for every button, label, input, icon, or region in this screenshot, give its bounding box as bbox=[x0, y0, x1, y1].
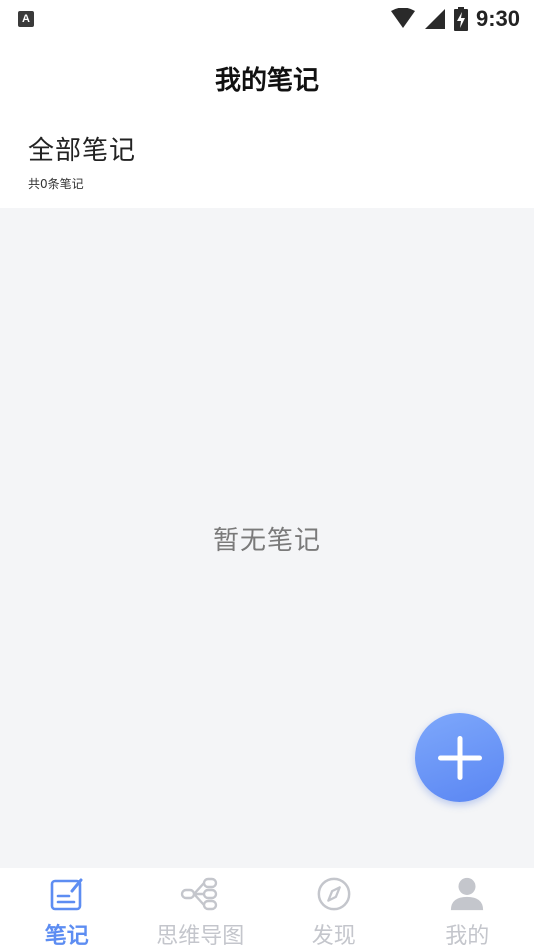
note-edit-icon bbox=[50, 878, 83, 911]
tab-discover-label: 发现 bbox=[311, 924, 356, 949]
notification-a-icon: A bbox=[18, 11, 34, 27]
bottom-tab-bar: 笔记 思维导图 发现 我的 bbox=[0, 868, 534, 950]
status-bar: A 9:30 bbox=[0, 0, 534, 38]
compass-icon bbox=[317, 877, 351, 911]
cell-signal-icon bbox=[424, 9, 445, 29]
page-title: 我的笔记 bbox=[214, 65, 319, 96]
status-right: 9:30 bbox=[390, 6, 520, 32]
section-header: 全部笔记 共0条笔记 bbox=[28, 130, 136, 192]
tab-discover[interactable]: 发现 bbox=[267, 868, 401, 950]
tab-mindmap[interactable]: 思维导图 bbox=[134, 868, 268, 950]
note-count: 共0条笔记 bbox=[28, 177, 84, 191]
plus-icon bbox=[437, 735, 482, 780]
person-icon bbox=[451, 877, 484, 911]
title-bar: 我的笔记 bbox=[0, 38, 534, 118]
tab-me[interactable]: 我的 bbox=[401, 868, 534, 950]
status-left: A bbox=[18, 11, 34, 27]
tab-notes[interactable]: 笔记 bbox=[0, 868, 134, 950]
tab-me-label: 我的 bbox=[445, 924, 490, 949]
wifi-icon bbox=[390, 8, 415, 28]
battery-charging-icon bbox=[453, 7, 468, 31]
mindmap-icon bbox=[181, 877, 218, 911]
tab-mindmap-label: 思维导图 bbox=[156, 924, 245, 949]
add-note-button[interactable] bbox=[415, 713, 504, 802]
notes-list-area[interactable]: 暂无笔记 bbox=[0, 208, 534, 868]
status-time: 9:30 bbox=[475, 6, 520, 31]
section-title: 全部笔记 bbox=[28, 136, 137, 166]
tab-notes-label: 笔记 bbox=[44, 924, 89, 949]
empty-state-text: 暂无笔记 bbox=[212, 526, 321, 556]
